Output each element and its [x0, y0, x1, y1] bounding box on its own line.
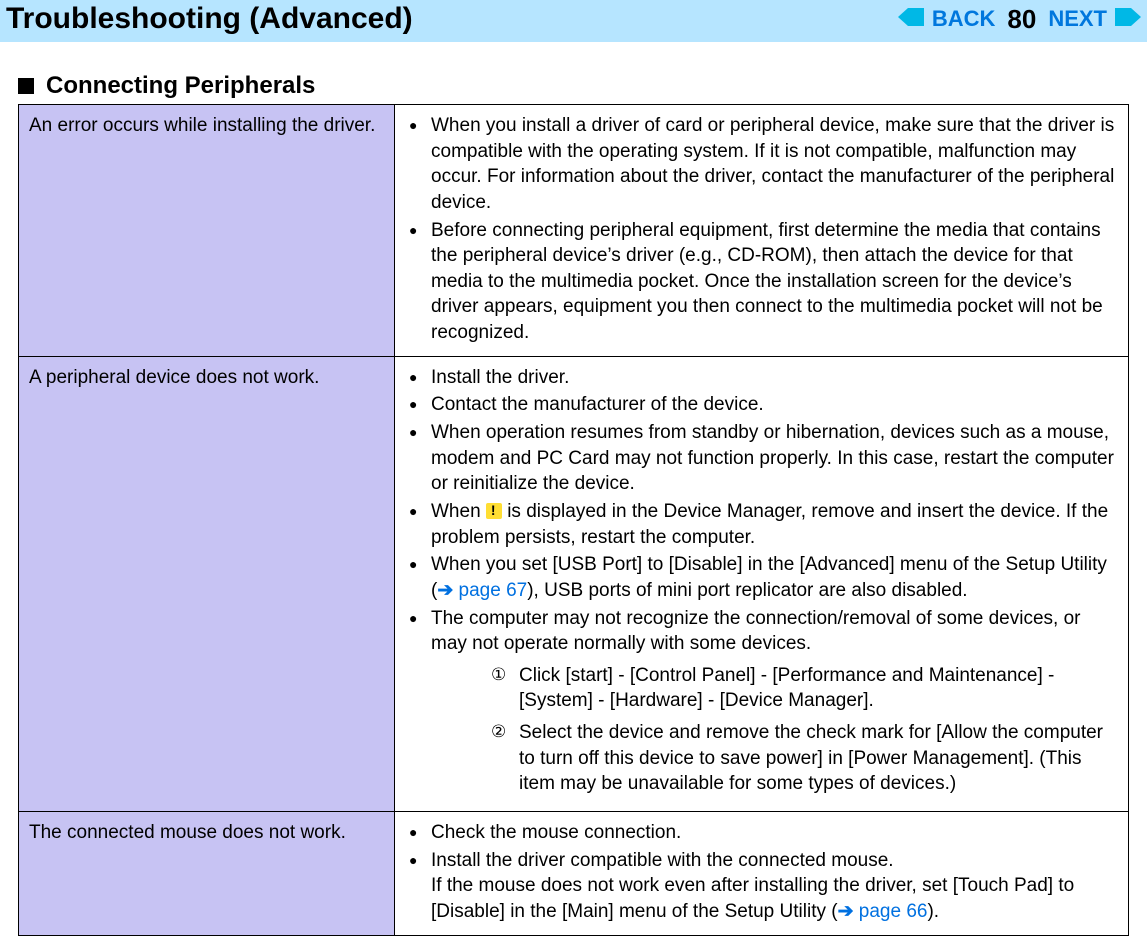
table-row: An error occurs while installing the dri… — [19, 105, 1129, 357]
link-text: page 67 — [459, 580, 528, 601]
section-heading-text: Connecting Peripherals — [46, 72, 315, 100]
step-text: Click [start] - [Control Panel] - [Perfo… — [519, 665, 1054, 712]
page-header: Troubleshooting (Advanced) BACK 80 NEXT — [0, 0, 1147, 42]
link-arrow-icon: ➔ — [838, 901, 854, 922]
troubleshooting-table: An error occurs while installing the dri… — [18, 104, 1129, 936]
solution-cell: Install the driver. Contact the manufact… — [395, 356, 1129, 811]
page-nav: BACK 80 NEXT — [898, 4, 1141, 35]
square-bullet-icon — [18, 78, 34, 94]
next-button[interactable]: NEXT — [1048, 6, 1107, 32]
solution-item: Install the driver. — [431, 365, 1118, 391]
back-button[interactable]: BACK — [932, 6, 996, 32]
step-number: ① — [491, 664, 506, 687]
text-fragment: When — [431, 501, 486, 522]
solution-cell: Check the mouse connection. Install the … — [395, 812, 1129, 936]
back-arrow-icon[interactable] — [898, 6, 924, 32]
text-fragment: The computer may not recognize the conne… — [431, 608, 1081, 655]
link-text: page 66 — [859, 901, 928, 922]
text-fragment: Install the driver compatible with the c… — [431, 850, 1074, 922]
text-fragment: ). — [927, 901, 939, 922]
solution-item: The computer may not recognize the conne… — [431, 606, 1118, 797]
text-fragment: is displayed in the Device Manager, remo… — [431, 501, 1108, 548]
page-link[interactable]: ➔ page 67 — [437, 580, 527, 601]
problem-cell: An error occurs while installing the dri… — [19, 105, 395, 357]
solution-cell: When you install a driver of card or per… — [395, 105, 1129, 357]
text-fragment: ), USB ports of mini port replicator are… — [527, 580, 967, 601]
solution-item: When is displayed in the Device Manager,… — [431, 499, 1118, 550]
page-title: Troubleshooting (Advanced) — [6, 2, 413, 36]
problem-cell: The connected mouse does not work. — [19, 812, 395, 936]
step-text: Select the device and remove the check m… — [519, 722, 1103, 794]
table-row: A peripheral device does not work. Insta… — [19, 356, 1129, 811]
solution-item: When you set [USB Port] to [Disable] in … — [431, 552, 1118, 603]
problem-cell: A peripheral device does not work. — [19, 356, 395, 811]
page-link[interactable]: ➔ page 66 — [838, 901, 928, 922]
solution-item: When operation resumes from standby or h… — [431, 420, 1118, 497]
solution-item: Contact the manufacturer of the device. — [431, 392, 1118, 418]
step-item: ① Click [start] - [Control Panel] - [Per… — [491, 663, 1118, 714]
step-number: ② — [491, 721, 506, 744]
step-item: ② Select the device and remove the check… — [491, 720, 1118, 797]
next-arrow-icon[interactable] — [1115, 6, 1141, 32]
solution-item: When you install a driver of card or per… — [431, 113, 1118, 216]
page-number: 80 — [1003, 4, 1040, 35]
table-row: The connected mouse does not work. Check… — [19, 812, 1129, 936]
warning-icon — [486, 503, 502, 519]
section-heading: Connecting Peripherals — [18, 72, 1129, 100]
link-arrow-icon: ➔ — [437, 580, 453, 601]
solution-item: Install the driver compatible with the c… — [431, 848, 1118, 925]
solution-item: Before connecting peripheral equipment, … — [431, 218, 1118, 346]
solution-item: Check the mouse connection. — [431, 820, 1118, 846]
